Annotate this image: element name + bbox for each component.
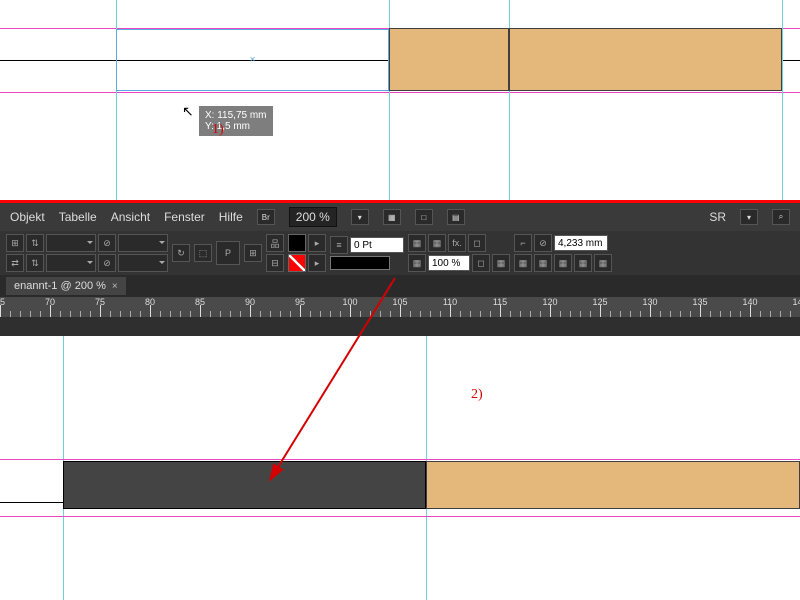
annotation-2: 2) [471, 388, 483, 402]
fill-swatch[interactable] [288, 234, 306, 252]
search-icon[interactable]: ⌕ [772, 209, 790, 225]
ruler-number: 120 [542, 297, 557, 307]
fit-icon[interactable]: ▦ [492, 254, 510, 272]
bridge-button[interactable]: Br [257, 209, 275, 225]
close-icon[interactable]: × [112, 281, 118, 292]
ruler-number: 65 [0, 297, 5, 307]
ruler-number: 110 [443, 297, 457, 307]
constrain-icon[interactable]: ⊘ [98, 234, 116, 252]
fit-content-icon[interactable]: ▦ [514, 254, 532, 272]
menu-ansicht[interactable]: Ansicht [111, 210, 150, 224]
ruler-number: 125 [592, 297, 607, 307]
stroke-weight-field[interactable] [350, 237, 404, 253]
ruler-number: 115 [493, 297, 507, 307]
stroke-style-dropdown[interactable] [330, 256, 390, 270]
ruler-number: 100 [342, 297, 357, 307]
corner-icon[interactable]: ◻ [468, 234, 486, 252]
menu-hilfe[interactable]: Hilfe [219, 210, 243, 224]
ruler-number: 70 [45, 297, 55, 307]
flip-h-icon[interactable]: ⇄ [6, 254, 24, 272]
rotate-icon[interactable]: ↻ [172, 244, 190, 262]
ruler-number: 130 [642, 297, 657, 307]
view-mode-3-icon[interactable]: ▤ [447, 209, 465, 225]
document-tab[interactable]: enannt-1 @ 200 % × [6, 277, 126, 295]
container-icon[interactable]: P [216, 241, 240, 265]
document-tab-bar: enannt-1 @ 200 % × [0, 275, 800, 297]
ruler-number: 95 [295, 297, 305, 307]
ruler-number: 135 [692, 297, 707, 307]
selection-box[interactable]: × [116, 29, 389, 91]
horizontal-ruler[interactable]: 65 70 75 80 85 90 95 100 105 110 115 120 125 130 135 14… [0, 297, 800, 317]
tooltip-x: X: 115,75 mm [205, 110, 267, 121]
zoom-dropdown-icon[interactable]: ▾ [351, 209, 369, 225]
workspace-label[interactable]: SR [709, 210, 726, 224]
tab-title: enannt-1 @ 200 % [14, 280, 106, 292]
opacity-icon[interactable]: ▦ [408, 254, 426, 272]
guide-magenta [0, 516, 800, 517]
cursor-tooltip: X: 115,75 mm Y: 1,5 mm [199, 106, 273, 136]
view-mode-2-icon[interactable]: □ [415, 209, 433, 225]
stroke-dropdown-icon[interactable]: ▸ [308, 254, 326, 272]
menu-objekt[interactable]: Objekt [10, 210, 45, 224]
ruler-number: 75 [95, 297, 105, 307]
dark-cell[interactable] [63, 461, 426, 509]
fill-frame-icon[interactable]: ▦ [574, 254, 592, 272]
ruler-number: 90 [245, 297, 255, 307]
w-field[interactable] [118, 234, 168, 252]
stroke-weight-icon[interactable]: ≡ [330, 236, 348, 254]
ruler-number: 80 [145, 297, 155, 307]
link-icon[interactable]: ⊘ [534, 234, 552, 252]
guide-cyan [782, 0, 783, 200]
wrap-icon[interactable]: ▦ [408, 234, 426, 252]
center-icon[interactable]: ▦ [554, 254, 572, 272]
x-field[interactable] [46, 234, 96, 252]
y-link-icon[interactable]: ⇅ [26, 254, 44, 272]
menu-bar: Objekt Tabelle Ansicht Fenster Hilfe Br … [0, 203, 800, 231]
distribute-icon[interactable]: ⊟ [266, 254, 284, 272]
tan-cell[interactable] [426, 461, 800, 509]
corner-offset-field[interactable] [554, 235, 608, 251]
fit-frame-icon[interactable]: ▦ [534, 254, 552, 272]
tan-cell[interactable] [389, 28, 509, 91]
shear-icon[interactable]: ⬚ [194, 244, 212, 262]
align-icon[interactable]: ⊞ [244, 244, 262, 262]
tan-cell[interactable] [509, 28, 782, 91]
zoom-input[interactable]: 200 % [289, 207, 337, 227]
app-toolbar: Objekt Tabelle Ansicht Fenster Hilfe Br … [0, 200, 800, 336]
cursor-icon: ↖ [182, 103, 194, 120]
view-mode-1-icon[interactable]: ▦ [383, 209, 401, 225]
opacity-field[interactable] [428, 255, 470, 271]
guide-magenta [0, 92, 800, 93]
corner-option-icon[interactable]: ⌐ [514, 234, 532, 252]
x-link-icon[interactable]: ⇅ [26, 234, 44, 252]
ruler-number: 140 [742, 297, 757, 307]
flip-v-icon[interactable]: ⊘ [98, 254, 116, 272]
control-bar: ⊞ ⇅ ⊘ ⇄ ⇅ ⊘ ↻ ⬚ P ⊞ 品 ⊟ ▸ [0, 231, 800, 275]
ruler-number: 145 [792, 297, 800, 307]
auto-fit-icon[interactable]: ▦ [594, 254, 612, 272]
menu-fenster[interactable]: Fenster [164, 210, 205, 224]
stroke-swatch[interactable] [288, 254, 306, 272]
fx-button[interactable]: fx. [448, 234, 466, 252]
y-field[interactable] [46, 254, 96, 272]
canvas-bottom[interactable]: 2) [0, 336, 800, 600]
h-field[interactable] [118, 254, 168, 272]
menu-tabelle[interactable]: Tabelle [59, 210, 97, 224]
fill-dropdown-icon[interactable]: ▸ [308, 234, 326, 252]
pathfinder-icon[interactable]: 品 [266, 234, 284, 252]
ruler-number: 105 [392, 297, 407, 307]
reference-point-icon[interactable]: ⊞ [6, 234, 24, 252]
workspace-dropdown-icon[interactable]: ▾ [740, 209, 758, 225]
drop-shadow-icon[interactable]: ◻ [472, 254, 490, 272]
canvas-top[interactable]: × ↖ X: 115,75 mm Y: 1,5 mm 1) [0, 0, 800, 200]
annotation-1: 1) [212, 123, 224, 137]
guide-magenta [0, 459, 800, 460]
ruler-number: 85 [195, 297, 205, 307]
wrap-icon[interactable]: ▦ [428, 234, 446, 252]
